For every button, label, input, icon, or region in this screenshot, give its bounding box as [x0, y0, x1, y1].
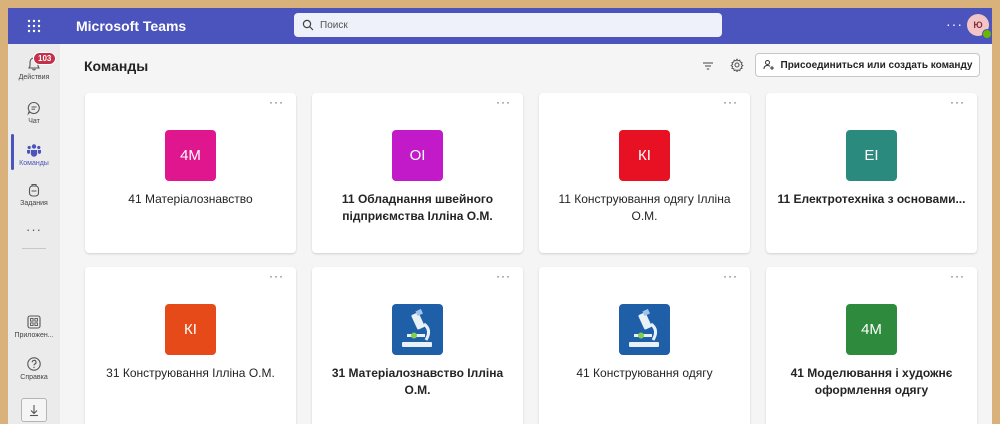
download-icon [30, 405, 38, 417]
team-initials: 4М [180, 147, 201, 164]
rail-item-apps[interactable]: Приложен... [8, 314, 60, 339]
join-button-label: Присоединиться или создать команду [780, 59, 973, 71]
team-avatar: КІ [165, 304, 216, 355]
rail-item-help[interactable]: Справка [8, 356, 60, 381]
team-name: 11 Електротехніка з основами... [777, 192, 966, 206]
microscope-icon [619, 304, 670, 355]
more-apps-icon[interactable]: ··· [8, 222, 60, 237]
filter-icon[interactable] [702, 60, 714, 72]
team-name: 11 Конструювання одягу Ілліна О.М. [558, 192, 731, 223]
microscope-icon [392, 304, 443, 355]
rail-label-activity: Действия [18, 74, 50, 81]
rail-label-help: Справка [20, 374, 48, 381]
page-title: Команды [84, 58, 149, 74]
search-box[interactable] [294, 13, 722, 37]
download-button[interactable] [8, 398, 60, 422]
teams-icon [27, 144, 41, 157]
join-or-create-team-button[interactable]: Присоединиться или создать команду [755, 53, 980, 77]
team-avatar: ОІ [392, 130, 443, 181]
team-more-options-icon[interactable]: ··· [269, 269, 284, 283]
team-avatar: ЕІ [846, 130, 897, 181]
search-icon [302, 19, 314, 31]
team-name: 31 Конструювання Ілліна О.М. [106, 366, 275, 380]
chat-icon [27, 101, 40, 116]
team-card[interactable]: ··· 4М 41 Матеріалознавство [85, 93, 296, 253]
team-more-options-icon[interactable]: ··· [723, 95, 738, 109]
apps-icon [27, 315, 41, 329]
team-more-options-icon[interactable]: ··· [950, 269, 965, 283]
presence-status-icon [982, 29, 992, 39]
team-initials: 4М [861, 321, 882, 338]
team-card[interactable]: ··· КІ 11 Конструювання одягу Ілліна О.М. [539, 93, 750, 253]
team-avatar: КІ [619, 130, 670, 181]
team-name: 11 Обладнання швейного підприємства Іллі… [341, 192, 494, 223]
team-avatar: 4М [165, 130, 216, 181]
search-input[interactable] [318, 18, 702, 32]
team-more-options-icon[interactable]: ··· [723, 269, 738, 283]
team-card[interactable]: ··· 41 Конструювання одягу [539, 267, 750, 424]
team-avatar: 4М [846, 304, 897, 355]
more-options-icon[interactable]: ··· [946, 16, 963, 32]
team-avatar [619, 304, 670, 355]
backpack-icon [28, 183, 40, 197]
app-launcher-button[interactable] [8, 8, 60, 44]
rail-item-activity[interactable]: 103 Действия [8, 52, 60, 81]
help-icon [27, 357, 41, 371]
team-initials: ЕІ [864, 147, 879, 164]
rail-item-teams[interactable]: Команды [8, 142, 60, 167]
rail-label-teams: Команды [19, 160, 49, 167]
team-more-options-icon[interactable]: ··· [496, 269, 511, 283]
team-card[interactable]: ··· КІ 31 Конструювання Ілліна О.М. [85, 267, 296, 424]
team-name: 31 Матеріалознавство Ілліна О.М. [331, 366, 504, 397]
team-name: 41 Конструювання одягу [576, 366, 713, 380]
rail-label-assignments: Задания [20, 200, 48, 207]
team-initials: КІ [184, 321, 197, 338]
waffle-icon [27, 19, 41, 33]
team-card[interactable]: ··· 31 Матеріалознавство Ілліна О.М. [312, 267, 523, 424]
app-title: Microsoft Teams [76, 18, 187, 34]
teams-window: Microsoft Teams ··· Ю 103 Действия [8, 8, 992, 424]
rail-label-chat: Чат [28, 118, 40, 125]
team-more-options-icon[interactable]: ··· [496, 95, 511, 109]
team-name: 41 Моделювання і художнє оформлення одяг… [790, 366, 953, 397]
team-more-options-icon[interactable]: ··· [950, 95, 965, 109]
team-initials: КІ [638, 147, 651, 164]
team-card[interactable]: ··· 4М 41 Моделювання і художнє оформлення… [766, 267, 977, 424]
team-avatar [392, 304, 443, 355]
rail-item-assignments[interactable]: Задания [8, 182, 60, 207]
rail-label-apps: Приложен... [14, 332, 54, 339]
team-card[interactable]: ··· ОІ 11 Обладнання швейного підприємства… [312, 93, 523, 253]
rail-item-chat[interactable]: Чат [8, 100, 60, 125]
activity-badge: 103 [33, 52, 57, 65]
team-name: 41 Матеріалознавство [128, 192, 253, 206]
team-card[interactable]: ··· ЕІ 11 Електротехніка з основами... [766, 93, 977, 253]
top-bar: Microsoft Teams ··· Ю [8, 8, 992, 44]
gear-icon[interactable] [730, 58, 744, 72]
rail-divider [22, 248, 46, 249]
team-more-options-icon[interactable]: ··· [269, 95, 284, 109]
team-initials: ОІ [409, 147, 426, 164]
add-people-icon [763, 60, 774, 70]
app-rail: 103 Действия Чат Команды Задания ··· При… [8, 44, 60, 424]
